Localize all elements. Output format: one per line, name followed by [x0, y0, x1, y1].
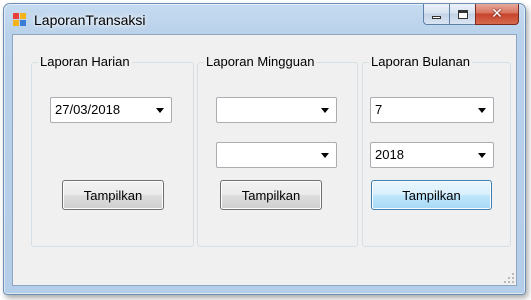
group-title-bulanan: Laporan Bulanan [369, 54, 473, 70]
minimize-button[interactable] [423, 4, 449, 25]
month-value: 7 [375, 102, 383, 117]
dropdown-arrow-icon [321, 153, 329, 158]
monthly-show-button-label: Tampilkan [402, 187, 461, 203]
close-icon: ✕ [491, 6, 503, 22]
window-title: LaporanTransaksi [34, 12, 146, 28]
app-form-icon [13, 13, 27, 27]
daily-show-button-label: Tampilkan [83, 187, 143, 203]
maximize-icon [457, 9, 468, 19]
title-bar[interactable]: LaporanTransaksi ✕ [4, 4, 525, 34]
group-laporan-harian: Laporan Harian 27/03/2018 Tampilkan [31, 54, 194, 247]
form-client-area: Laporan Harian 27/03/2018 Tampilkan Lapo… [12, 34, 517, 286]
year-value: 2018 [375, 147, 404, 162]
dropdown-arrow-icon [321, 108, 329, 113]
group-title-mingguan: Laporan Mingguan [204, 54, 317, 70]
dropdown-arrow-icon [156, 108, 164, 113]
dropdown-arrow-icon [478, 153, 486, 158]
daily-date-value: 27/03/2018 [55, 102, 121, 117]
weekly-show-button[interactable]: Tampilkan [220, 180, 322, 210]
minimize-icon [432, 16, 441, 19]
month-combo[interactable]: 7 [370, 97, 494, 123]
main-window: LaporanTransaksi ✕ Laporan Harian 27/03/… [3, 3, 526, 295]
close-button[interactable]: ✕ [475, 4, 519, 25]
monthly-show-button[interactable]: Tampilkan [371, 180, 492, 210]
group-title-harian: Laporan Harian [38, 54, 132, 70]
maximize-button[interactable] [449, 4, 475, 25]
weekly-show-button-label: Tampilkan [241, 187, 301, 203]
group-laporan-mingguan: Laporan Mingguan Tampilkan [197, 54, 358, 247]
daily-date-combo[interactable]: 27/03/2018 [50, 97, 172, 123]
weekly-start-combo[interactable] [216, 97, 337, 123]
weekly-end-combo[interactable] [216, 142, 337, 168]
year-combo[interactable]: 2018 [370, 142, 494, 168]
caption-buttons: ✕ [423, 4, 519, 25]
daily-show-button[interactable]: Tampilkan [62, 180, 164, 210]
group-laporan-bulanan: Laporan Bulanan 7 2018 Tampilkan [362, 54, 511, 247]
resize-grip[interactable] [504, 273, 514, 283]
dropdown-arrow-icon [478, 108, 486, 113]
